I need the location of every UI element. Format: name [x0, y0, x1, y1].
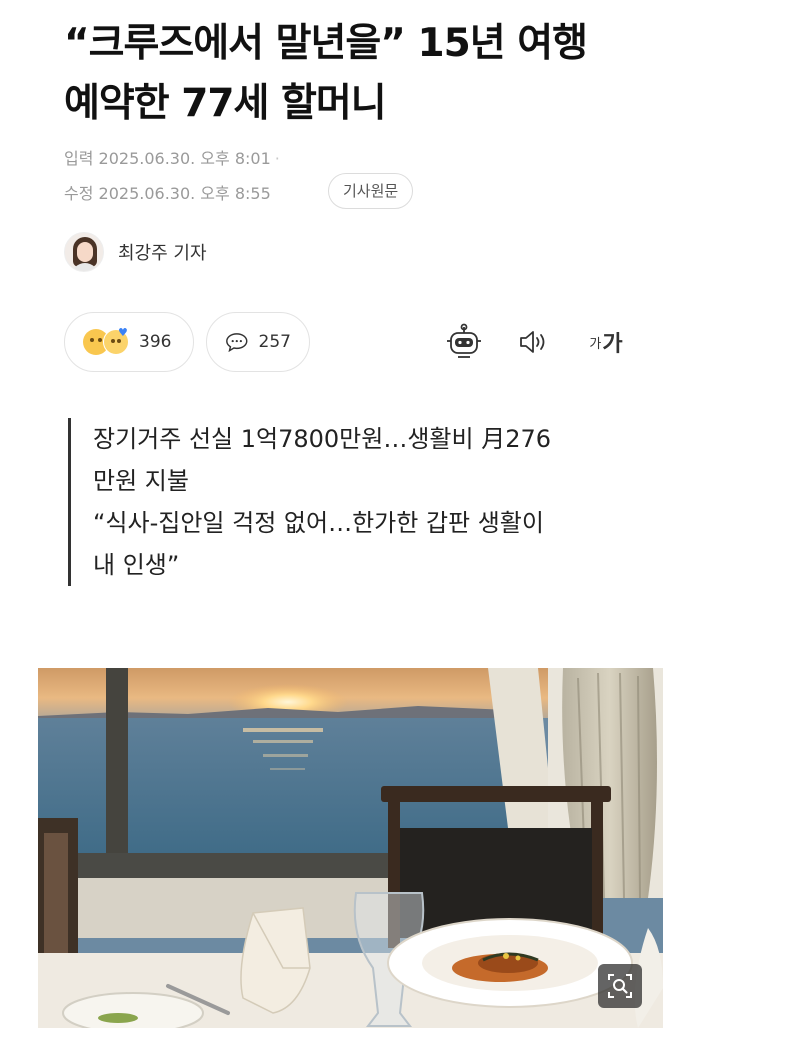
author-byline[interactable]: 최강주 기자: [64, 232, 207, 272]
comments-button[interactable]: 257: [206, 312, 310, 372]
summary-line: 만원 지불: [93, 467, 189, 495]
modified-date: 수정 2025.06.30. 오후 8:55: [64, 184, 271, 203]
photo-zoom-button[interactable]: [598, 964, 642, 1008]
robot-icon: [447, 323, 481, 358]
font-size-large-label: 가: [602, 332, 623, 357]
summary-line: 장기거주 선실 1억7800만원…생활비 月276: [93, 425, 552, 453]
reactions-count: 396: [139, 332, 172, 352]
speaker-icon: [520, 331, 545, 353]
font-size-button[interactable]: 가가: [584, 322, 628, 362]
article-photo[interactable]: [38, 668, 663, 1028]
title-line-2: 예약한 77세 할머니: [64, 81, 387, 126]
original-article-button[interactable]: 기사원문: [328, 173, 414, 209]
article-title: “크루즈에서 말년을” 15년 여행 예약한 77세 할머니: [64, 14, 704, 134]
cruise-dining-sunset-image: [38, 668, 663, 1028]
text-to-speech-button[interactable]: [516, 322, 552, 362]
avatar: [64, 232, 104, 272]
published-date: 입력 2025.06.30. 오후 8:01 ·: [64, 149, 280, 168]
comments-count: 257: [258, 332, 291, 352]
summary-line: “식사-집안일 걱정 없어…한가한 갑판 생활이: [93, 509, 544, 537]
title-line-1: “크루즈에서 말년을” 15년 여행: [64, 21, 588, 66]
article-summary: 장기거주 선실 1억7800만원…생활비 月276 만원 지불 “식사-집안일 …: [68, 418, 668, 586]
ai-summary-button[interactable]: [443, 322, 485, 362]
separator-dot: ·: [274, 149, 280, 168]
surprised-emoji-icon: ♥: [103, 326, 129, 355]
speech-bubble-icon: [226, 333, 248, 353]
reactions-button[interactable]: ♥ 396: [64, 312, 194, 372]
summary-line: 내 인생”: [93, 551, 180, 579]
zoom-magnifier-icon: [608, 974, 632, 998]
font-size-small-label: 가: [589, 336, 602, 352]
author-name: 최강주 기자: [118, 243, 207, 264]
